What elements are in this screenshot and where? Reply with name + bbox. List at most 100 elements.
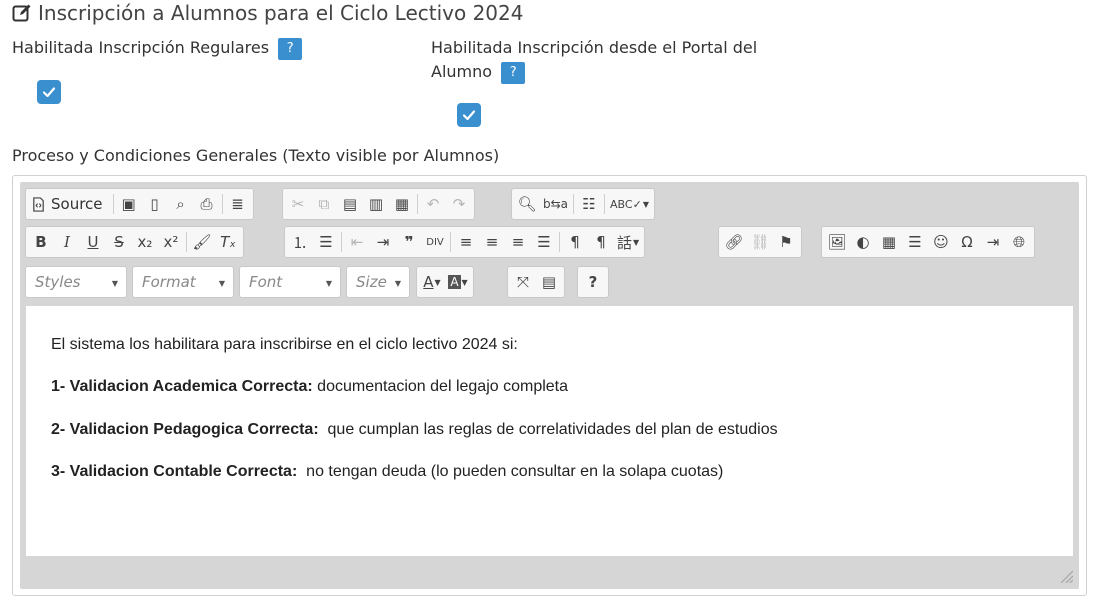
undo-button[interactable]: ↶ [420, 191, 446, 217]
regulares-help-button[interactable]: ? [278, 37, 303, 60]
bold-button[interactable]: B [28, 229, 54, 255]
paste-text-button[interactable]: ▥ [363, 191, 389, 217]
portal-label-line1: Habilitada Inscripción desde el Portal d… [431, 38, 758, 57]
toolbar-about-group: ? [577, 266, 609, 298]
styles-combo[interactable]: Styles ▼ [25, 266, 127, 298]
show-blocks-button[interactable]: ▤ [536, 269, 562, 295]
format-combo[interactable]: Format ▼ [132, 266, 234, 298]
resize-grip-icon[interactable] [1059, 569, 1073, 583]
portal-label-row: Habilitada Inscripción desde el Portal d… [431, 36, 757, 84]
create-div-button[interactable]: DIV [422, 229, 448, 255]
redo-button[interactable]: ↷ [446, 191, 472, 217]
copy-button[interactable]: ⧉ [311, 191, 337, 217]
flash-icon: ◐ [856, 233, 870, 251]
save-button[interactable]: ▣ [116, 191, 142, 217]
superscript-button[interactable]: x² [158, 229, 184, 255]
about-button[interactable]: ? [580, 269, 606, 295]
align-left-button[interactable]: ≡ [453, 229, 479, 255]
brush-icon: 🖌︎ [192, 233, 212, 251]
ltr-icon: ¶ [570, 233, 580, 251]
language-button[interactable]: 話 ▼ [614, 229, 642, 255]
caret-down-icon: ▼ [434, 277, 441, 287]
align-right-button[interactable]: ≡ [505, 229, 531, 255]
preview-button[interactable]: ⌕ [168, 191, 194, 217]
rich-text-editor: Source ▣ ▯ ⌕ ⎙ ≣ ✂ ⧉ ▤ ▥ ▦ ↶ ↷ 🔍︎ b⇆a ☷ [12, 175, 1087, 596]
paste-button[interactable]: ▤ [337, 191, 363, 217]
format-combo-label: Format [142, 273, 196, 291]
caret-down-icon: ▼ [461, 277, 468, 287]
select-all-button[interactable]: ☷ [576, 191, 602, 217]
align-center-button[interactable]: ≡ [479, 229, 505, 255]
indent-button[interactable]: ⇥ [370, 229, 396, 255]
remove-format-button[interactable]: Tₓ [215, 229, 241, 255]
strikethrough-button[interactable]: S [106, 229, 132, 255]
check-icon [42, 87, 56, 98]
page-break-button[interactable]: ⇥ [980, 229, 1006, 255]
portal-checkbox[interactable] [457, 103, 481, 127]
indent-icon: ⇥ [376, 233, 390, 251]
print-button[interactable]: ⎙ [194, 191, 220, 217]
editor-content[interactable]: El sistema los habilitara para inscribir… [26, 306, 1073, 556]
maximize-button[interactable]: ⤧ [510, 269, 536, 295]
horizontal-line-button[interactable]: ☰ [902, 229, 928, 255]
flash-button[interactable]: ◐ [850, 229, 876, 255]
check-icon [462, 110, 476, 121]
replace-button[interactable]: b⇆a [540, 191, 571, 217]
copy-icon: ⧉ [318, 195, 330, 213]
find-button[interactable]: 🔍︎ [514, 191, 540, 217]
bg-color-button[interactable]: A ▼ [445, 269, 471, 295]
link-button[interactable]: 🔗︎ [721, 229, 747, 255]
spellcheck-button[interactable]: ABC✓ ▼ [607, 191, 652, 217]
rtl-button[interactable]: ¶ [588, 229, 614, 255]
editor-toolbar-area: Source ▣ ▯ ⌕ ⎙ ≣ ✂ ⧉ ▤ ▥ ▦ ↶ ↷ 🔍︎ b⇆a ☷ [20, 182, 1079, 589]
source-button[interactable]: Source [28, 191, 111, 217]
paste-word-button[interactable]: ▦ [389, 191, 415, 217]
toolbar-document-group: Source ▣ ▯ ⌕ ⎙ ≣ [25, 188, 254, 220]
undo-icon: ↶ [426, 195, 440, 213]
table-button[interactable]: ▦ [876, 229, 902, 255]
italic-button[interactable]: I [54, 229, 80, 255]
font-combo-label: Font [249, 273, 283, 291]
iframe-button[interactable]: 🌐︎ [1006, 229, 1032, 255]
superscript-icon: x² [163, 233, 179, 251]
templates-icon: ≣ [231, 195, 244, 213]
caret-down-icon: ▼ [642, 199, 649, 209]
toolbar-colors-group: A ▼ A ▼ [416, 266, 474, 298]
underline-button[interactable]: U [80, 229, 106, 255]
image-button[interactable]: 🖼︎ [824, 229, 850, 255]
anchor-button[interactable]: ⚑ [773, 229, 799, 255]
numbered-list-button[interactable]: ⒈ [287, 229, 313, 255]
justify-button[interactable]: ☰ [531, 229, 557, 255]
regulares-label: Habilitada Inscripción Regulares [12, 38, 270, 57]
outdent-button[interactable]: ⇤ [344, 229, 370, 255]
cut-icon: ✂ [291, 195, 305, 213]
smiley-button[interactable]: ☺ [928, 229, 954, 255]
text-color-button[interactable]: A ▼ [419, 269, 445, 295]
subscript-button[interactable]: x₂ [132, 229, 158, 255]
content-item-1-text: documentacion del legajo completa [312, 378, 569, 395]
special-char-button[interactable]: Ω [954, 229, 980, 255]
blockquote-button[interactable]: ❞ [396, 229, 422, 255]
unlink-button[interactable]: ⛓︎ [747, 229, 773, 255]
size-combo[interactable]: Size ▼ [346, 266, 410, 298]
cut-button[interactable]: ✂ [285, 191, 311, 217]
caret-down-icon: ▼ [394, 279, 401, 288]
replace-icon: b⇆a [543, 197, 569, 211]
templates-button[interactable]: ≣ [225, 191, 251, 217]
new-page-button[interactable]: ▯ [142, 191, 168, 217]
paste-word-icon: ▦ [394, 195, 410, 213]
outdent-icon: ⇤ [350, 233, 364, 251]
regulares-checkbox[interactable] [37, 80, 61, 104]
bulleted-list-button[interactable]: ☰ [313, 229, 339, 255]
portal-help-button[interactable]: ? [501, 61, 526, 84]
numbered-list-icon: ⒈ [292, 233, 308, 252]
toolbar-paragraph-group: ⒈ ☰ ⇤ ⇥ ❞ DIV ≡ ≡ ≡ ☰ ¶ ¶ 話 ▼ [284, 226, 646, 258]
align-right-icon: ≡ [511, 233, 525, 251]
ltr-button[interactable]: ¶ [562, 229, 588, 255]
copy-format-button[interactable]: 🖌︎ [189, 229, 215, 255]
portal-label-line2: Alumno [431, 62, 493, 81]
font-combo[interactable]: Font ▼ [239, 266, 341, 298]
caret-down-icon: ▼ [325, 279, 332, 288]
new-page-icon: ▯ [150, 195, 159, 213]
smiley-icon: ☺ [933, 233, 949, 251]
